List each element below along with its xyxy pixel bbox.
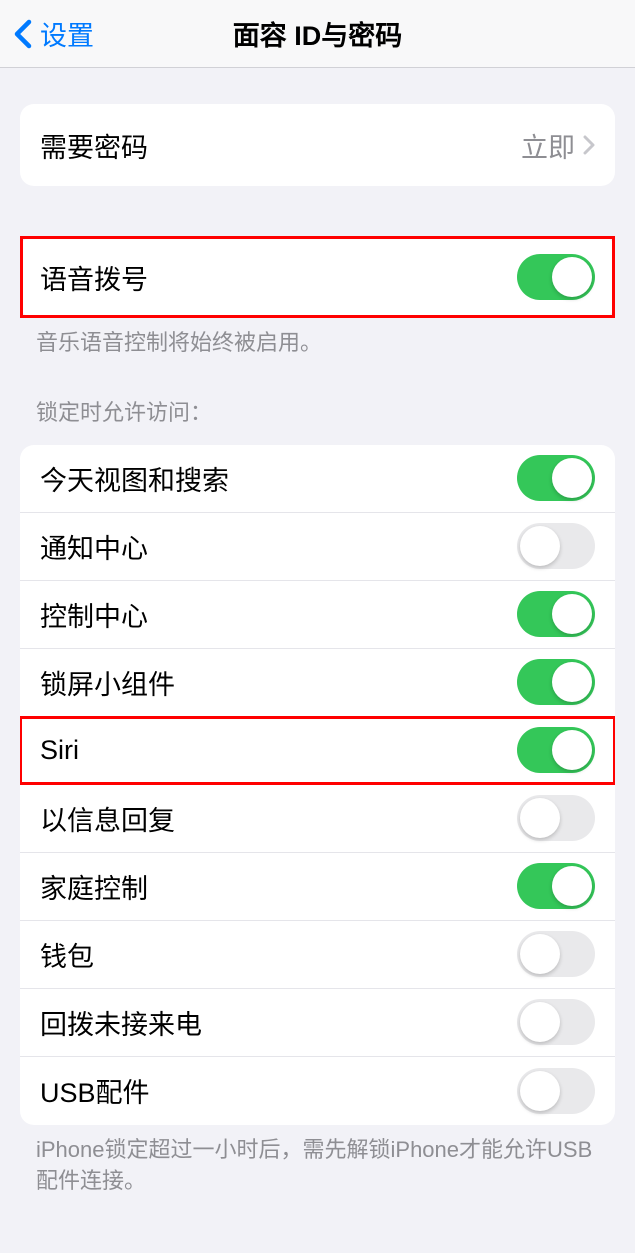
lock-item-wallet: 钱包 [20, 921, 615, 989]
lock-item-label: USB配件 [40, 1071, 150, 1110]
lock-section-header: 锁定时允许访问： [0, 359, 635, 437]
chevron-left-icon [14, 19, 32, 49]
toggle-knob [520, 1002, 560, 1042]
toggle-knob [520, 798, 560, 838]
lock-item-label: 今天视图和搜索 [40, 459, 229, 498]
lock-item-siri-toggle[interactable] [517, 727, 595, 773]
lock-item-today: 今天视图和搜索 [20, 445, 615, 513]
voice-dial-label: 语音拨号 [40, 258, 148, 297]
lock-item-label: Siri [40, 735, 79, 766]
toggle-knob [552, 730, 592, 770]
toggle-knob [520, 526, 560, 566]
navigation-header: 设置 面容 ID与密码 [0, 0, 635, 68]
lock-item-usb: USB配件 [20, 1057, 615, 1125]
page-title: 面容 ID与密码 [233, 14, 403, 53]
voice-dial-toggle[interactable] [517, 254, 595, 300]
lock-item-control-center-toggle[interactable] [517, 591, 595, 637]
voice-dial-group: 语音拨号 [20, 236, 615, 318]
require-passcode-group: 需要密码 立即 [20, 104, 615, 186]
back-label: 设置 [40, 14, 94, 53]
toggle-knob [520, 1071, 560, 1111]
back-button[interactable]: 设置 [0, 14, 94, 53]
lock-item-home-control: 家庭控制 [20, 853, 615, 921]
toggle-knob [552, 594, 592, 634]
lock-section-footer: iPhone锁定超过一小时后，需先解锁iPhone才能允许USB配件连接。 [0, 1125, 635, 1197]
voice-dial-footer: 音乐语音控制将始终被启用。 [0, 318, 635, 359]
lock-item-wallet-toggle[interactable] [517, 931, 595, 977]
lock-item-today-toggle[interactable] [517, 455, 595, 501]
lock-item-label: 以信息回复 [40, 799, 175, 838]
lock-item-usb-toggle[interactable] [517, 1068, 595, 1114]
lock-item-notifications: 通知中心 [20, 513, 615, 581]
require-passcode-value-wrapper: 立即 [521, 126, 595, 165]
voice-dial-row: 语音拨号 [20, 236, 615, 318]
require-passcode-value: 立即 [521, 126, 575, 165]
lock-item-label: 回拨未接来电 [40, 1003, 202, 1042]
lock-item-label: 锁屏小组件 [40, 663, 175, 702]
toggle-knob [552, 866, 592, 906]
toggle-knob [520, 934, 560, 974]
lock-item-return-calls: 回拨未接来电 [20, 989, 615, 1057]
lock-item-return-calls-toggle[interactable] [517, 999, 595, 1045]
require-passcode-row[interactable]: 需要密码 立即 [20, 104, 615, 186]
lock-item-reply-message-toggle[interactable] [517, 795, 595, 841]
lock-item-control-center: 控制中心 [20, 581, 615, 649]
lock-access-group: 今天视图和搜索 通知中心 控制中心 锁屏小组件 Siri 以信息回复 家庭控制 [20, 445, 615, 1125]
lock-item-notifications-toggle[interactable] [517, 523, 595, 569]
toggle-knob [552, 662, 592, 702]
toggle-knob [552, 458, 592, 498]
lock-item-lockscreen-widgets: 锁屏小组件 [20, 649, 615, 717]
lock-item-lockscreen-widgets-toggle[interactable] [517, 659, 595, 705]
lock-item-label: 钱包 [40, 935, 94, 974]
require-passcode-label: 需要密码 [40, 126, 148, 165]
toggle-knob [552, 257, 592, 297]
lock-item-siri: Siri [20, 717, 615, 785]
lock-item-home-control-toggle[interactable] [517, 863, 595, 909]
lock-item-reply-message: 以信息回复 [20, 785, 615, 853]
chevron-right-icon [583, 135, 595, 155]
lock-item-label: 家庭控制 [40, 867, 148, 906]
lock-item-label: 控制中心 [40, 595, 148, 634]
lock-item-label: 通知中心 [40, 527, 148, 566]
